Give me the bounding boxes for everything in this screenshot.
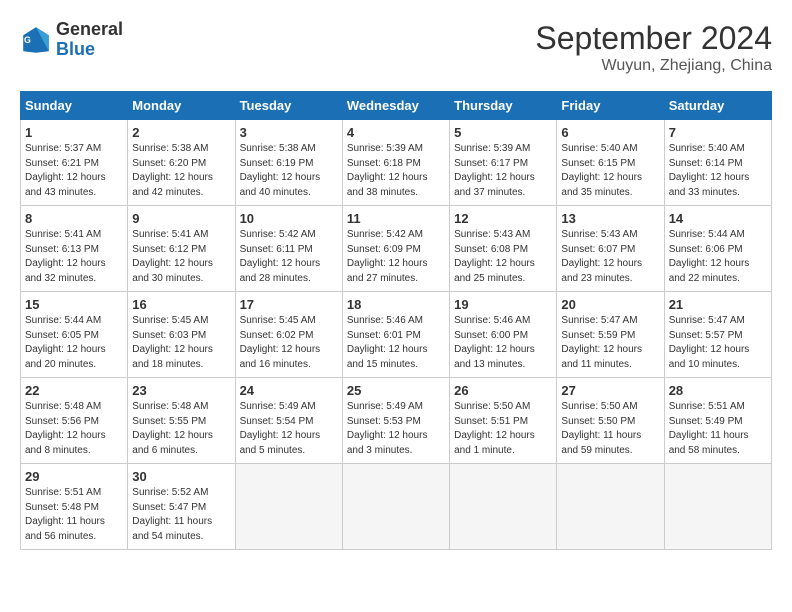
col-sunday: Sunday — [21, 92, 128, 120]
table-row: 24 Sunrise: 5:49 AMSunset: 5:54 PMDaylig… — [235, 378, 342, 464]
table-row: 15 Sunrise: 5:44 AMSunset: 6:05 PMDaylig… — [21, 292, 128, 378]
table-row: 3 Sunrise: 5:38 AMSunset: 6:19 PMDayligh… — [235, 120, 342, 206]
table-row: 18 Sunrise: 5:46 AMSunset: 6:01 PMDaylig… — [342, 292, 449, 378]
calendar-week-row: 29 Sunrise: 5:51 AMSunset: 5:48 PMDaylig… — [21, 464, 772, 550]
col-friday: Friday — [557, 92, 664, 120]
table-row: 21 Sunrise: 5:47 AMSunset: 5:57 PMDaylig… — [664, 292, 771, 378]
table-row: 13 Sunrise: 5:43 AMSunset: 6:07 PMDaylig… — [557, 206, 664, 292]
empty-cell — [557, 464, 664, 550]
table-row: 29 Sunrise: 5:51 AMSunset: 5:48 PMDaylig… — [21, 464, 128, 550]
table-row: 1 Sunrise: 5:37 AMSunset: 6:21 PMDayligh… — [21, 120, 128, 206]
table-row: 14 Sunrise: 5:44 AMSunset: 6:06 PMDaylig… — [664, 206, 771, 292]
table-row: 9 Sunrise: 5:41 AMSunset: 6:12 PMDayligh… — [128, 206, 235, 292]
calendar-table: Sunday Monday Tuesday Wednesday Thursday… — [20, 91, 772, 550]
table-row: 19 Sunrise: 5:46 AMSunset: 6:00 PMDaylig… — [450, 292, 557, 378]
calendar-week-row: 22 Sunrise: 5:48 AMSunset: 5:56 PMDaylig… — [21, 378, 772, 464]
table-row: 5 Sunrise: 5:39 AMSunset: 6:17 PMDayligh… — [450, 120, 557, 206]
logo: G General Blue — [20, 20, 123, 60]
table-row: 22 Sunrise: 5:48 AMSunset: 5:56 PMDaylig… — [21, 378, 128, 464]
table-row: 11 Sunrise: 5:42 AMSunset: 6:09 PMDaylig… — [342, 206, 449, 292]
page-header: G General Blue September 2024 Wuyun, Zhe… — [20, 20, 772, 75]
table-row: 17 Sunrise: 5:45 AMSunset: 6:02 PMDaylig… — [235, 292, 342, 378]
table-row: 28 Sunrise: 5:51 AMSunset: 5:49 PMDaylig… — [664, 378, 771, 464]
calendar-week-row: 8 Sunrise: 5:41 AMSunset: 6:13 PMDayligh… — [21, 206, 772, 292]
logo-icon: G — [20, 24, 52, 56]
table-row: 25 Sunrise: 5:49 AMSunset: 5:53 PMDaylig… — [342, 378, 449, 464]
table-row: 16 Sunrise: 5:45 AMSunset: 6:03 PMDaylig… — [128, 292, 235, 378]
table-row: 2 Sunrise: 5:38 AMSunset: 6:20 PMDayligh… — [128, 120, 235, 206]
table-row: 27 Sunrise: 5:50 AMSunset: 5:50 PMDaylig… — [557, 378, 664, 464]
table-row: 10 Sunrise: 5:42 AMSunset: 6:11 PMDaylig… — [235, 206, 342, 292]
table-row: 20 Sunrise: 5:47 AMSunset: 5:59 PMDaylig… — [557, 292, 664, 378]
col-tuesday: Tuesday — [235, 92, 342, 120]
table-row: 6 Sunrise: 5:40 AMSunset: 6:15 PMDayligh… — [557, 120, 664, 206]
logo-line2: Blue — [56, 40, 123, 60]
empty-cell — [235, 464, 342, 550]
table-row: 8 Sunrise: 5:41 AMSunset: 6:13 PMDayligh… — [21, 206, 128, 292]
empty-cell — [664, 464, 771, 550]
table-row: 23 Sunrise: 5:48 AMSunset: 5:55 PMDaylig… — [128, 378, 235, 464]
header-row: Sunday Monday Tuesday Wednesday Thursday… — [21, 92, 772, 120]
logo-line1: General — [56, 20, 123, 40]
col-monday: Monday — [128, 92, 235, 120]
table-row: 26 Sunrise: 5:50 AMSunset: 5:51 PMDaylig… — [450, 378, 557, 464]
month-title: September 2024 — [535, 20, 772, 57]
calendar-week-row: 15 Sunrise: 5:44 AMSunset: 6:05 PMDaylig… — [21, 292, 772, 378]
table-row: 30 Sunrise: 5:52 AMSunset: 5:47 PMDaylig… — [128, 464, 235, 550]
table-row: 7 Sunrise: 5:40 AMSunset: 6:14 PMDayligh… — [664, 120, 771, 206]
table-row: 4 Sunrise: 5:39 AMSunset: 6:18 PMDayligh… — [342, 120, 449, 206]
table-row: 12 Sunrise: 5:43 AMSunset: 6:08 PMDaylig… — [450, 206, 557, 292]
col-thursday: Thursday — [450, 92, 557, 120]
col-wednesday: Wednesday — [342, 92, 449, 120]
col-saturday: Saturday — [664, 92, 771, 120]
calendar-week-row: 1 Sunrise: 5:37 AMSunset: 6:21 PMDayligh… — [21, 120, 772, 206]
title-block: September 2024 Wuyun, Zhejiang, China — [535, 20, 772, 75]
location-subtitle: Wuyun, Zhejiang, China — [535, 57, 772, 75]
svg-text:G: G — [24, 35, 31, 45]
empty-cell — [342, 464, 449, 550]
empty-cell — [450, 464, 557, 550]
